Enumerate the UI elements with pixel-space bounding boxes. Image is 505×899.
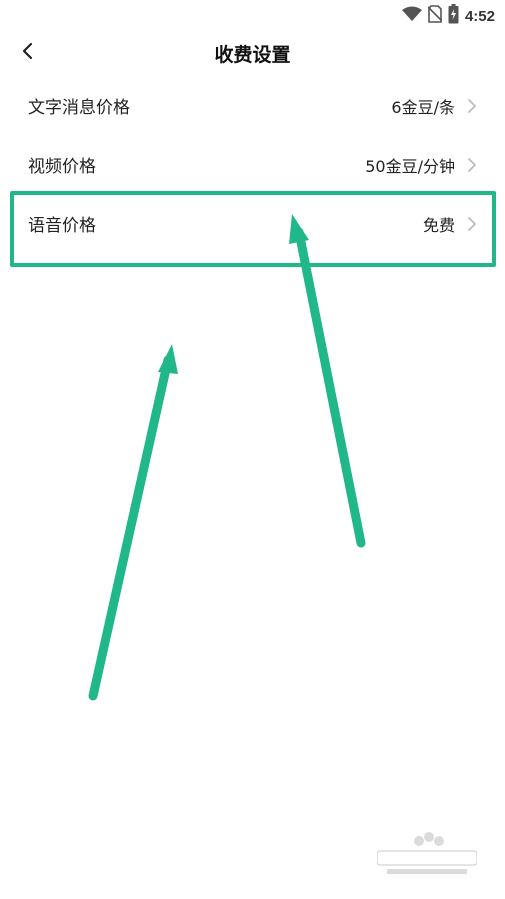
setting-label: 文字消息价格 [28,98,130,118]
status-icons: 4:52 [401,4,495,28]
setting-row-voice-price[interactable]: 语音价格 免费 [0,194,505,253]
settings-list: 文字消息价格 6金豆/条 视频价格 50金豆/分钟 语音价格 免费 [0,76,505,253]
setting-value: 6金豆/条 [391,97,455,117]
chevron-right-icon [467,98,477,114]
setting-value: 50金豆/分钟 [365,156,455,176]
status-time: 4:52 [464,7,495,25]
battery-icon [448,4,459,28]
chevron-right-icon [467,157,477,173]
watermark-logo [376,829,478,883]
header: 收费设置 [0,30,505,76]
wifi-icon [401,6,422,26]
status-bar: 4:52 [0,0,505,30]
setting-label: 视频价格 [28,157,96,177]
setting-value: 免费 [422,215,455,235]
chevron-right-icon [467,216,477,232]
setting-row-text-price[interactable]: 文字消息价格 6金豆/条 [0,76,505,135]
annotation-arrow-right [289,214,366,548]
annotation-arrow-left [88,344,178,701]
page-title: 收费设置 [214,44,291,66]
setting-row-video-price[interactable]: 视频价格 50金豆/分钟 [0,135,505,194]
setting-label: 语音价格 [28,216,96,236]
no-sim-icon [427,5,443,27]
